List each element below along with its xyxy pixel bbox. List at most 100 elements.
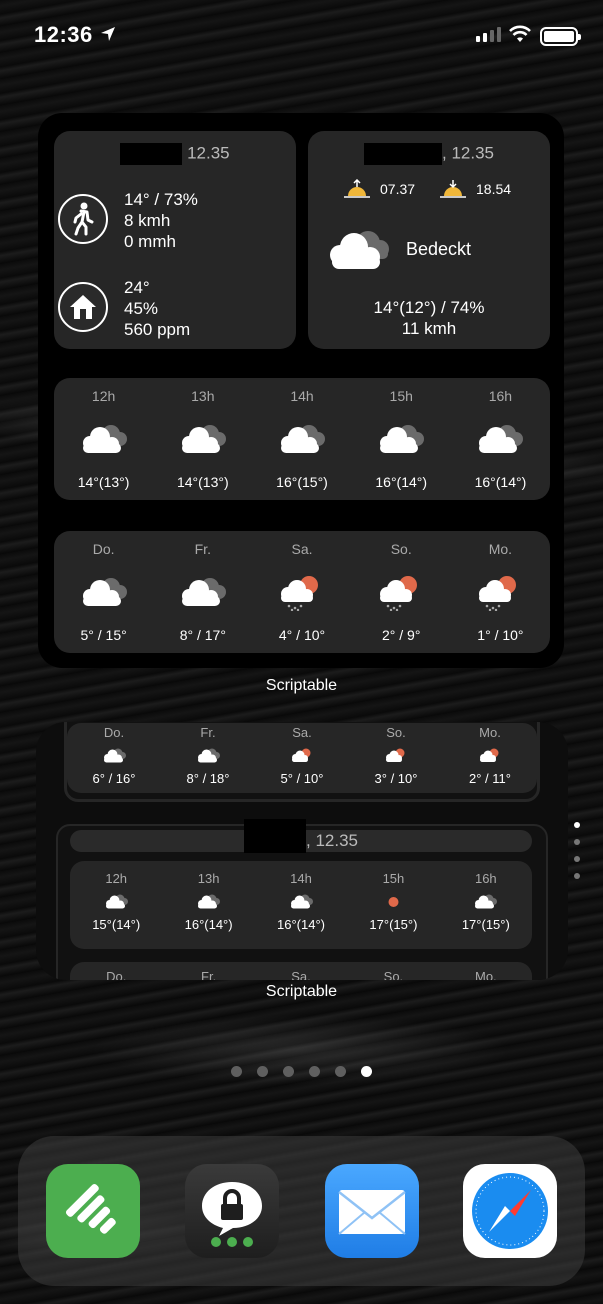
forecast-value: 16°(14°) (277, 917, 325, 932)
forecast-label: Fr. (194, 541, 211, 557)
forecast-cell: 14h 16°(15°) (252, 388, 351, 500)
hourly-forecast: 12h 14°(13°) 13h 14°(13°) 14h 16°(15°) 15h 16°(… (54, 378, 550, 500)
sun-cloud-icon (291, 748, 310, 762)
forecast-cell: Mo. 2° / 11° (443, 725, 537, 793)
forecast-cell: 13h 16°(14°) (162, 871, 254, 949)
forecast-icon (102, 743, 127, 769)
sun-cloud-rain-icon (380, 576, 418, 611)
forecast-value: 5° / 10° (280, 771, 324, 786)
update-time: , 12.35 (442, 143, 494, 163)
widget-stack[interactable]: Do. 6° / 16° Fr. 8° / 18° Sa. 5° / 10° So. 3° /… (36, 722, 568, 980)
sun-cloud-icon (479, 748, 498, 762)
forecast-value: 16°(14°) (375, 474, 428, 490)
sun-cloud-icon (385, 748, 404, 762)
forecast-icon (381, 889, 406, 915)
forecast-label: Mo. (488, 541, 513, 557)
forecast-value: 3° / 10° (374, 771, 418, 786)
forecast-value: 16°(14°) (474, 474, 527, 490)
forecast-icon (384, 743, 409, 769)
forecast-cell: Fr. 8° / 17° (153, 541, 252, 653)
dock (18, 1136, 585, 1286)
stack-hourly-forecast: 12h 15°(14°) 13h 16°(14°) 14h 16°(14°) 15h 17°(… (70, 861, 532, 949)
status-time: 12:36 (34, 22, 93, 47)
indoor-values: 24° 45% 560 ppm (124, 277, 190, 340)
forecast-icon (473, 889, 498, 915)
sunset: 18.54 (438, 179, 511, 199)
forecast-label: So. (386, 725, 406, 740)
forecast-label: Sa. (292, 725, 312, 740)
forecast-value: 8° / 17° (179, 627, 226, 643)
forecast-cell: 12h 15°(14°) (70, 871, 162, 949)
forecast-label-text: So. (383, 969, 404, 980)
forecast-cell: So. 3° / 10° (349, 725, 443, 793)
sunrise-time: 07.37 (380, 181, 416, 197)
cloud-icon (82, 425, 127, 453)
feedly-app-icon[interactable] (46, 1164, 140, 1258)
forecast-cell: Sa. 5° / 10° (255, 725, 349, 793)
stack-page-indicator (574, 822, 580, 879)
forecast-icon (376, 416, 426, 464)
sun-cloud-rain-icon (479, 576, 517, 611)
forecast-label: Mo. (440, 969, 532, 980)
location-arrow-icon (101, 27, 115, 41)
cloud-icon (479, 425, 524, 453)
forecast-cell: 14h 16°(14°) (255, 871, 347, 949)
forecast-cell: Do. 5° / 15° (54, 541, 153, 653)
secure-messenger-app-icon[interactable] (185, 1164, 279, 1258)
forecast-icon (475, 416, 525, 464)
forecast-cell: 15h 16°(14°) (352, 388, 451, 500)
cloud-icon (105, 894, 128, 909)
temp-feels-humidity: 14°(12°) / 74% (373, 298, 485, 317)
forecast-label: 13h (197, 871, 220, 886)
cloud-icon (290, 894, 313, 909)
cloud-icon (198, 894, 221, 909)
forecast-label: 12h (91, 388, 116, 404)
forecast-cell: Fr. 8° / 18° (161, 725, 255, 793)
forecast-icon (277, 416, 327, 464)
condition-text: Bedeckt (406, 239, 472, 259)
forecast-icon (178, 569, 228, 617)
stack-next-daily: Do. Fr. Sa. So. Mo. (70, 962, 532, 980)
forecast-icon (475, 569, 525, 617)
current-conditions-card: 12.35 14° / 73% 8 kmh 0 mmh 24° 45% 560 … (54, 131, 296, 349)
forecast-value: 15°(14°) (92, 917, 141, 932)
card-header: 12.35 (54, 143, 296, 165)
widget-label: Scriptable (265, 677, 338, 694)
forecast-label: 14h (290, 871, 312, 886)
redacted-location (364, 143, 442, 165)
wifi-icon (509, 25, 531, 42)
forecast-cell: 16h 16°(14°) (451, 388, 550, 500)
forecast-value: 16°(14°) (184, 917, 233, 932)
house-icon (58, 282, 108, 332)
forecast-cell: 12h 14°(13°) (54, 388, 153, 500)
cloud-icon (197, 748, 220, 763)
safari-app-icon[interactable] (463, 1164, 557, 1258)
stack-prev-card: Do. 6° / 16° Fr. 8° / 18° Sa. 5° / 10° So. 3° /… (64, 722, 540, 802)
weather-widget-large[interactable]: 12.35 14° / 73% 8 kmh 0 mmh 24° 45% 560 … (38, 113, 564, 668)
forecast-value: 1° / 10° (477, 627, 524, 643)
home-page-dots[interactable] (0, 1066, 603, 1077)
sunset-icon (440, 180, 466, 198)
forecast-cell: So. 2° / 9° (352, 541, 451, 653)
mail-app-icon[interactable] (325, 1164, 419, 1258)
forecast-label: So. (347, 969, 439, 980)
sun-cloud-rain-icon (281, 576, 318, 611)
forecast-value: 6° / 16° (92, 771, 136, 786)
forecast-icon (104, 889, 129, 915)
forecast-icon (79, 569, 129, 617)
wind-speed: 11 kmh (401, 319, 457, 338)
forecast-icon (196, 889, 221, 915)
forecast-cell: 16h 17°(15°) (440, 871, 532, 949)
forecast-label: 16h (474, 871, 497, 886)
forecast-label-text: Fr. (201, 969, 217, 980)
cloud-icon (281, 425, 325, 453)
stack-header: , 12.35 (70, 818, 532, 853)
forecast-label: 13h (191, 388, 215, 404)
forecast-label: Sa. (255, 969, 347, 980)
sun-icon (388, 897, 399, 907)
forecast-summary-card: , 12.35 07.37 18.54 Bedeckt 14°(12°) / 7… (308, 131, 550, 349)
forecast-cell: Mo. 1° / 10° (451, 541, 550, 653)
forecast-label: 15h (382, 871, 405, 886)
forecast-label: 15h (389, 388, 413, 404)
forecast-label: 12h (105, 871, 128, 886)
